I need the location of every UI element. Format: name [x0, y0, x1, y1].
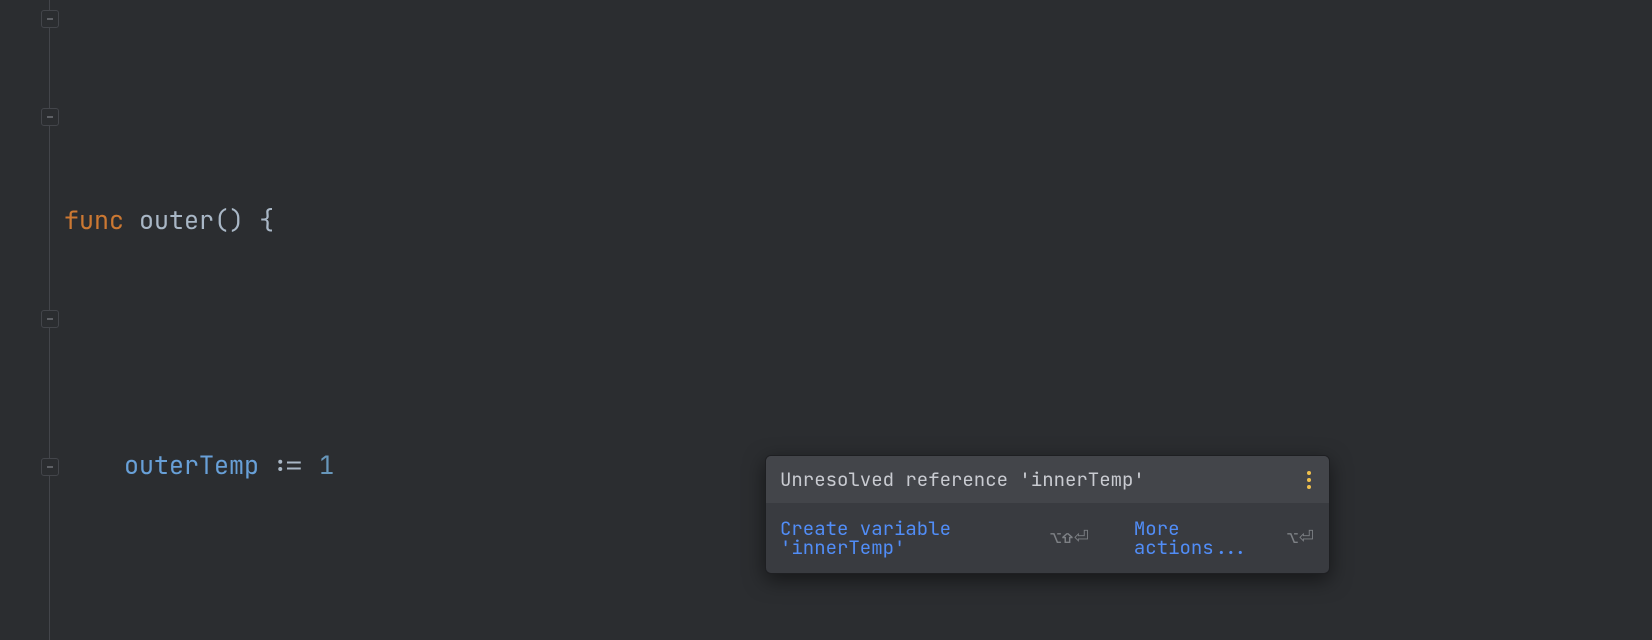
quick-fix-label[interactable]: Create variable 'innerTemp'	[780, 519, 1040, 557]
code-editor[interactable]: func outer() { outerTemp := 1 _ = func()…	[0, 0, 1652, 640]
operator-decl: :=	[274, 448, 304, 482]
popup-header: Unresolved reference 'innerTemp'	[766, 456, 1329, 503]
intention-popup[interactable]: Unresolved reference 'innerTemp' Create …	[765, 455, 1330, 574]
more-actions-label[interactable]: More actions...	[1134, 519, 1277, 557]
shortcut-hint: ⌥⇧⏎	[1050, 529, 1090, 547]
popup-body: Create variable 'innerTemp' ⌥⇧⏎ More act…	[766, 503, 1329, 573]
kebab-menu-icon[interactable]	[1303, 471, 1315, 489]
parentheses: ()	[214, 203, 244, 237]
keyword-func: func	[64, 203, 124, 237]
code-line[interactable]: func outer() {	[64, 196, 1652, 245]
number-literal: 1	[319, 448, 334, 482]
quick-fix-action[interactable]: Create variable 'innerTemp' ⌥⇧⏎	[780, 519, 1090, 557]
variable: outerTemp	[124, 448, 259, 482]
shortcut-hint: ⌥⏎	[1287, 529, 1315, 547]
inspection-title: Unresolved reference 'innerTemp'	[780, 470, 1145, 489]
function-name: outer	[139, 203, 214, 237]
more-actions[interactable]: More actions... ⌥⏎	[1134, 519, 1315, 557]
brace-open: {	[259, 203, 274, 237]
